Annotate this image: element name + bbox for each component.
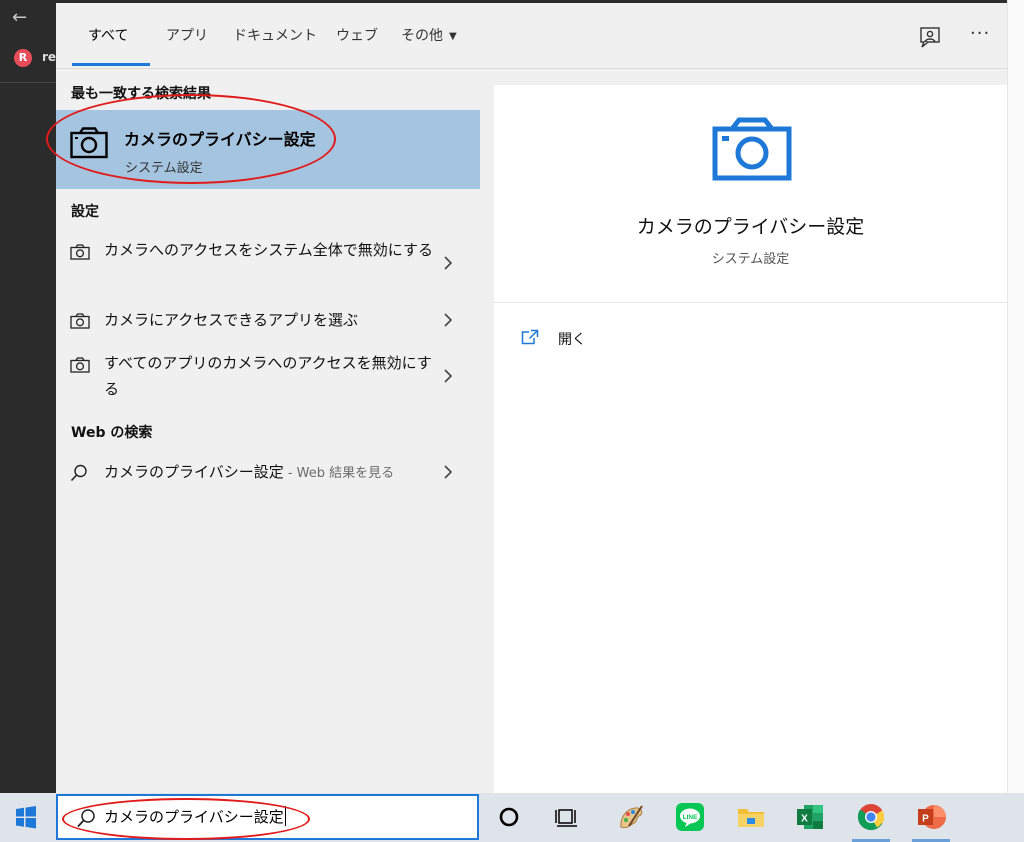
file-explorer-icon[interactable]	[735, 801, 767, 833]
section-header-best-match: 最も一致する検索結果	[71, 86, 211, 102]
open-external-icon	[521, 329, 539, 345]
background-window-edge	[1007, 0, 1024, 793]
camera-icon	[712, 117, 792, 181]
chevron-right-icon	[444, 465, 453, 479]
divider	[0, 82, 56, 83]
section-header-web-search: Web の検索	[71, 425, 153, 441]
excel-icon[interactable]: X	[794, 801, 826, 833]
settings-result-label: すべてのアプリのカメラへのアクセスを無効にする	[104, 354, 432, 398]
preview-subtitle: システム設定	[711, 252, 790, 267]
taskbar-search-box[interactable]: カメラのプライバシー設定	[56, 794, 479, 840]
tab-web[interactable]: ウェブ	[336, 25, 378, 47]
chevron-right-icon	[444, 256, 453, 270]
settings-result-label: カメラへのアクセスをシステム全体で無効にする	[104, 241, 433, 259]
settings-result-item[interactable]: カメラへのアクセスをシステム全体で無効にする	[56, 237, 480, 291]
best-match-subtitle: システム設定	[125, 161, 203, 176]
svg-text:P: P	[922, 814, 929, 825]
search-input-text: カメラのプライバシー設定	[104, 808, 284, 826]
active-tab-indicator	[72, 63, 150, 66]
web-search-result-text: カメラのプライバシー設定 - Web 結果を見る	[104, 459, 444, 487]
camera-icon	[70, 357, 90, 373]
search-results-list: 最も一致する検索結果 カメラのプライバシー設定 システム設定 設定 カメラへのア…	[56, 69, 480, 796]
settings-result-item[interactable]: すべてのアプリのカメラへのアクセスを無効にする	[56, 350, 480, 404]
app-logo-icon: R	[14, 49, 32, 67]
taskbar: カメラのプライバシー設定 LINE X P	[0, 793, 1024, 842]
tab-more-label: その他	[401, 28, 443, 44]
settings-result-label: カメラにアクセスできるアプリを選ぶ	[104, 311, 358, 329]
more-options-icon[interactable]: ···	[970, 24, 996, 48]
text-caret	[284, 806, 286, 826]
divider	[494, 302, 1007, 303]
chevron-right-icon	[444, 313, 453, 327]
tab-apps[interactable]: アプリ	[166, 25, 208, 47]
chrome-icon[interactable]	[855, 801, 887, 833]
camera-icon	[70, 313, 90, 329]
svg-text:X: X	[801, 814, 808, 825]
search-icon	[77, 809, 95, 828]
back-arrow-icon[interactable]: ←	[12, 8, 36, 28]
search-tab-bar: すべて アプリ ドキュメント ウェブ その他 ▼ ···	[56, 3, 1007, 69]
task-view-icon[interactable]	[551, 801, 583, 833]
settings-result-item[interactable]: カメラにアクセスできるアプリを選ぶ	[56, 307, 480, 335]
search-input[interactable]: カメラのプライバシー設定	[104, 804, 286, 830]
camera-icon	[70, 127, 108, 159]
tab-documents[interactable]: ドキュメント	[233, 25, 317, 47]
cortana-icon[interactable]	[493, 801, 525, 833]
search-panel: すべて アプリ ドキュメント ウェブ その他 ▼ ··· 最も一致する検索結果 カ…	[56, 0, 1007, 796]
open-label: 開く	[558, 332, 586, 348]
open-button[interactable]: 開く	[521, 328, 651, 350]
powerpoint-icon[interactable]: P	[915, 801, 947, 833]
background-app-title: re	[42, 50, 57, 64]
web-search-suffix: - Web 結果を見る	[283, 466, 395, 481]
windows-start-icon[interactable]	[0, 793, 52, 842]
best-match-result[interactable]: カメラのプライバシー設定 システム設定	[56, 110, 480, 189]
preview-title: カメラのプライバシー設定	[636, 216, 865, 238]
background-app-window: ← R re	[0, 0, 56, 793]
feedback-icon[interactable]	[918, 25, 942, 49]
search-icon	[70, 464, 87, 482]
svg-text:LINE: LINE	[683, 814, 698, 821]
chevron-down-icon: ▼	[449, 31, 457, 42]
line-app-icon[interactable]: LINE	[674, 801, 706, 833]
web-search-query: カメラのプライバシー設定	[104, 463, 284, 481]
result-preview-pane: カメラのプライバシー設定 システム設定 開く	[494, 85, 1007, 796]
best-match-title: カメラのプライバシー設定	[124, 130, 316, 149]
camera-icon	[70, 244, 90, 260]
chevron-right-icon	[444, 369, 453, 383]
web-search-result[interactable]: カメラのプライバシー設定 - Web 結果を見る	[56, 459, 480, 487]
tab-more[interactable]: その他 ▼	[401, 25, 457, 47]
tab-all[interactable]: すべて	[88, 25, 128, 47]
paint-3d-icon[interactable]	[615, 801, 647, 833]
section-header-settings: 設定	[71, 204, 99, 220]
